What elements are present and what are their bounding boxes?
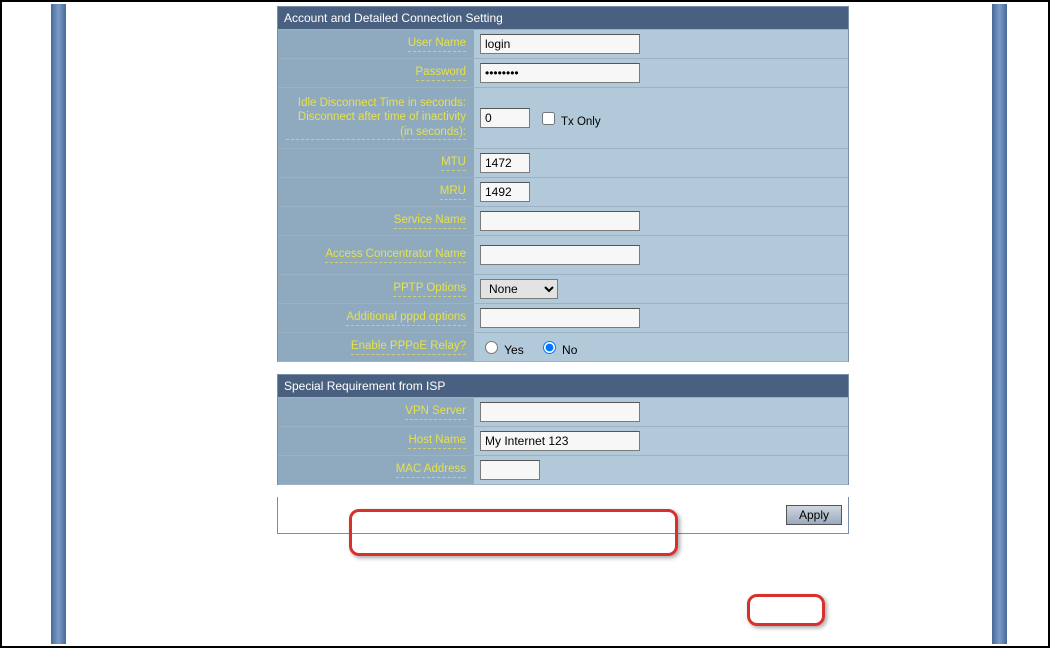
user-name-label: User Name	[408, 36, 466, 51]
pppoe-relay-yes-label[interactable]: Yes	[480, 338, 524, 357]
additional-pppd-label: Additional pppd options	[346, 310, 466, 325]
account-section: Account and Detailed Connection Setting …	[277, 6, 849, 362]
idle-disconnect-input[interactable]	[480, 108, 530, 128]
row-additional-pppd: Additional pppd options	[278, 303, 848, 332]
row-password: Password	[278, 58, 848, 87]
account-section-header: Account and Detailed Connection Setting	[278, 7, 848, 29]
pppoe-relay-label: Enable PPPoE Relay?	[351, 339, 466, 354]
pppoe-relay-yes[interactable]	[485, 341, 498, 354]
tx-only-checkbox[interactable]	[542, 112, 555, 125]
access-concentrator-label: Access Concentrator Name	[325, 247, 466, 262]
additional-pppd-input[interactable]	[480, 308, 640, 328]
mac-address-input[interactable]	[480, 460, 540, 480]
pppoe-relay-no[interactable]	[543, 341, 556, 354]
service-name-label: Service Name	[394, 213, 466, 228]
row-access-concentrator: Access Concentrator Name	[278, 235, 848, 274]
access-concentrator-input[interactable]	[480, 245, 640, 265]
user-name-input[interactable]	[480, 34, 640, 54]
idle-disconnect-label: Idle Disconnect Time in seconds: Disconn…	[286, 96, 466, 140]
vpn-server-input[interactable]	[480, 402, 640, 422]
tx-only-checkbox-label[interactable]: Tx Only	[538, 109, 601, 128]
row-host-name: Host Name	[278, 426, 848, 455]
decor-column-left	[51, 4, 66, 644]
row-vpn-server: VPN Server	[278, 397, 848, 426]
password-label: Password	[416, 65, 467, 80]
mru-input[interactable]	[480, 182, 530, 202]
footer-bar: Apply	[277, 497, 849, 534]
pppoe-relay-no-label[interactable]: No	[538, 338, 578, 357]
host-name-label: Host Name	[408, 433, 466, 448]
password-input[interactable]	[480, 63, 640, 83]
mru-label: MRU	[440, 184, 466, 199]
isp-section-header: Special Requirement from ISP	[278, 375, 848, 397]
row-pppoe-relay: Enable PPPoE Relay? Yes No	[278, 332, 848, 362]
host-name-input[interactable]	[480, 431, 640, 451]
mtu-label: MTU	[441, 155, 466, 170]
mac-address-label: MAC Address	[396, 462, 466, 477]
row-mtu: MTU	[278, 148, 848, 177]
mtu-input[interactable]	[480, 153, 530, 173]
row-user-name: User Name	[278, 29, 848, 58]
row-pptp-options: PPTP Options None	[278, 274, 848, 303]
pptp-options-select[interactable]: None	[480, 279, 558, 299]
decor-column-right	[992, 4, 1007, 644]
pptp-options-label: PPTP Options	[393, 281, 466, 296]
row-mac-address: MAC Address	[278, 455, 848, 485]
apply-button[interactable]: Apply	[786, 505, 842, 525]
vpn-server-label: VPN Server	[405, 404, 466, 419]
isp-section: Special Requirement from ISP VPN Server …	[277, 374, 849, 485]
row-service-name: Service Name	[278, 206, 848, 235]
row-mru: MRU	[278, 177, 848, 206]
row-idle-disconnect: Idle Disconnect Time in seconds: Disconn…	[278, 87, 848, 148]
service-name-input[interactable]	[480, 211, 640, 231]
